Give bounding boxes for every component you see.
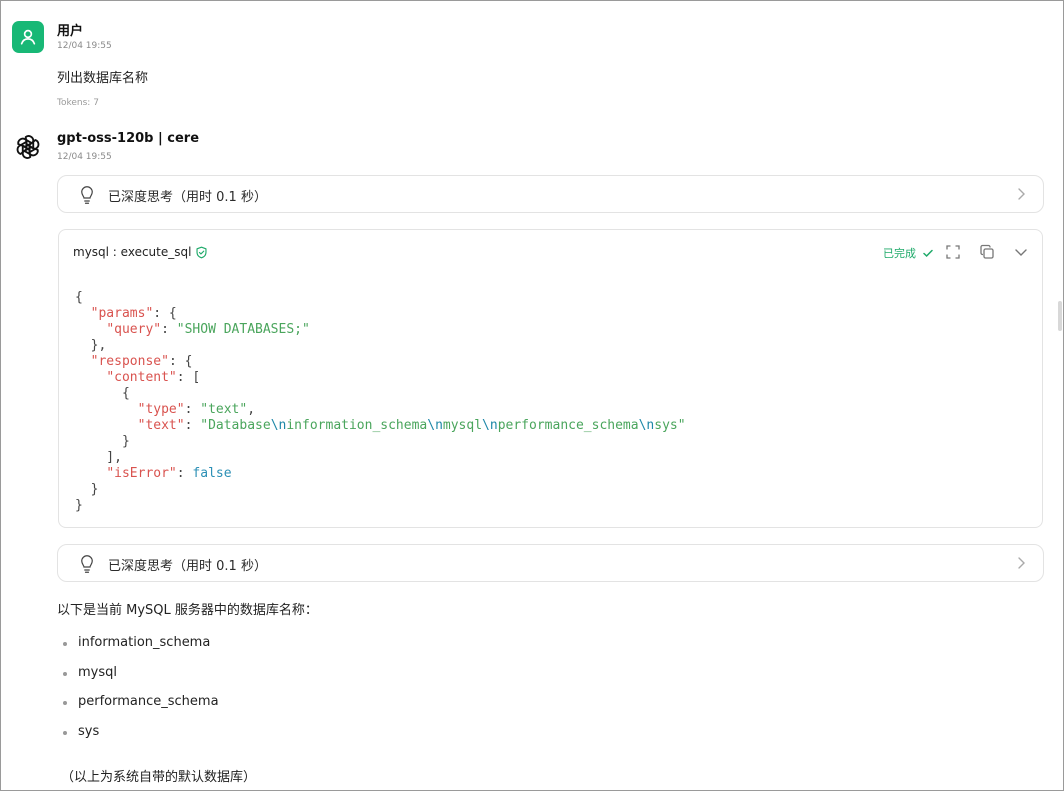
code-line: "isError": false: [75, 466, 686, 482]
list-item: information_schema: [63, 635, 219, 665]
list-item: performance_schema: [63, 694, 219, 724]
code-token: ,: [247, 402, 256, 417]
shield-check-icon: [196, 246, 207, 258]
code-token: : [: [176, 370, 201, 385]
answer-note: （以上为系统自带的默认数据库）: [61, 770, 257, 785]
code-token: "params": [90, 306, 154, 321]
code-token: "text": [200, 402, 248, 417]
code-token: :: [176, 466, 193, 481]
chevron-right-icon: [1018, 188, 1025, 200]
assistant-name: gpt-oss-120b | cere: [57, 131, 200, 146]
user-name: 用户: [57, 24, 84, 39]
lightbulb-icon: [81, 186, 93, 204]
json-code-block: { "params": { "query": "SHOW DATABASES;"…: [75, 290, 686, 514]
user-message-text: 列出数据库名称: [57, 71, 149, 86]
tool-call-title: mysql : execute_sql: [73, 245, 208, 259]
thinking-toggle-2[interactable]: 已深度思考（用时 0.1 秒）: [57, 544, 1044, 582]
code-token: }: [75, 482, 99, 497]
code-token: mysql: [442, 418, 483, 433]
check-icon: [923, 249, 933, 258]
token-count: Tokens: 7: [57, 98, 99, 108]
code-line: "response": {: [75, 354, 686, 370]
code-token: information_schema: [286, 418, 428, 433]
code-token: ],: [75, 450, 122, 465]
fullscreen-icon[interactable]: [945, 244, 961, 260]
chevron-right-icon: [1018, 557, 1025, 569]
user-avatar: [12, 21, 44, 53]
assistant-avatar: [13, 132, 43, 162]
code-token: :: [184, 418, 201, 433]
openai-logo-icon: [16, 135, 40, 159]
code-token: "type": [137, 402, 185, 417]
thinking-toggle-1[interactable]: 已深度思考（用时 0.1 秒）: [57, 175, 1044, 213]
thinking-label: 已深度思考（用时 0.1 秒）: [108, 190, 267, 205]
code-line: "type": "text",: [75, 402, 686, 418]
code-line: }: [75, 434, 686, 450]
code-token: :: [161, 322, 177, 337]
user-message-time: 12/04 19:55: [57, 41, 112, 51]
database-list: information_schema mysql performance_sch…: [63, 635, 219, 753]
lightbulb-icon: [81, 555, 93, 573]
list-item: mysql: [63, 665, 219, 695]
code-line: {: [75, 290, 686, 306]
code-line: }: [75, 482, 686, 498]
code-line: {: [75, 386, 686, 402]
code-token: "content": [106, 370, 177, 385]
code-line: },: [75, 338, 686, 354]
code-token: }: [75, 498, 83, 513]
code-token: },: [75, 338, 107, 353]
chat-window: 用户 12/04 19:55 列出数据库名称 Tokens: 7 gpt-oss…: [0, 0, 1064, 791]
list-item: sys: [63, 724, 219, 754]
code-token: \n: [427, 418, 443, 433]
chevron-down-icon[interactable]: [1013, 244, 1029, 260]
answer-intro: 以下是当前 MySQL 服务器中的数据库名称：: [57, 603, 318, 618]
code-token: sys": [654, 418, 686, 433]
thinking-label: 已深度思考（用时 0.1 秒）: [108, 559, 267, 574]
code-token: :: [184, 402, 201, 417]
code-token: "isError": [106, 466, 177, 481]
code-token: performance_schema: [497, 418, 639, 433]
code-token: false: [192, 466, 232, 481]
tool-name: mysql : execute_sql: [73, 245, 192, 259]
code-token: : {: [168, 354, 193, 369]
assistant-message-time: 12/04 19:55: [57, 152, 112, 162]
code-token: }: [75, 434, 130, 449]
code-token: \n: [482, 418, 498, 433]
tool-status: 已完成: [883, 245, 934, 261]
copy-icon[interactable]: [979, 244, 995, 260]
code-token: "SHOW DATABASES;": [176, 322, 310, 337]
user-icon: [20, 29, 36, 45]
code-token: "query": [106, 322, 162, 337]
code-token: "Database: [200, 418, 271, 433]
code-line: "query": "SHOW DATABASES;": [75, 322, 686, 338]
code-line: "text": "Database\ninformation_schema\nm…: [75, 418, 686, 434]
code-line: }: [75, 498, 686, 514]
code-token: {: [75, 290, 83, 305]
code-token: : {: [153, 306, 177, 321]
code-token: "text": [137, 418, 185, 433]
tool-status-text: 已完成: [883, 247, 916, 260]
code-token: "response": [90, 354, 169, 369]
tool-call-card: mysql : execute_sql 已完成 { "params": { "q…: [58, 229, 1043, 528]
code-token: \n: [638, 418, 655, 433]
scrollbar-thumb[interactable]: [1058, 301, 1062, 331]
code-line: ],: [75, 450, 686, 466]
code-line: "content": [: [75, 370, 686, 386]
code-line: "params": {: [75, 306, 686, 322]
code-token: \n: [270, 418, 287, 433]
code-token: {: [75, 386, 130, 401]
